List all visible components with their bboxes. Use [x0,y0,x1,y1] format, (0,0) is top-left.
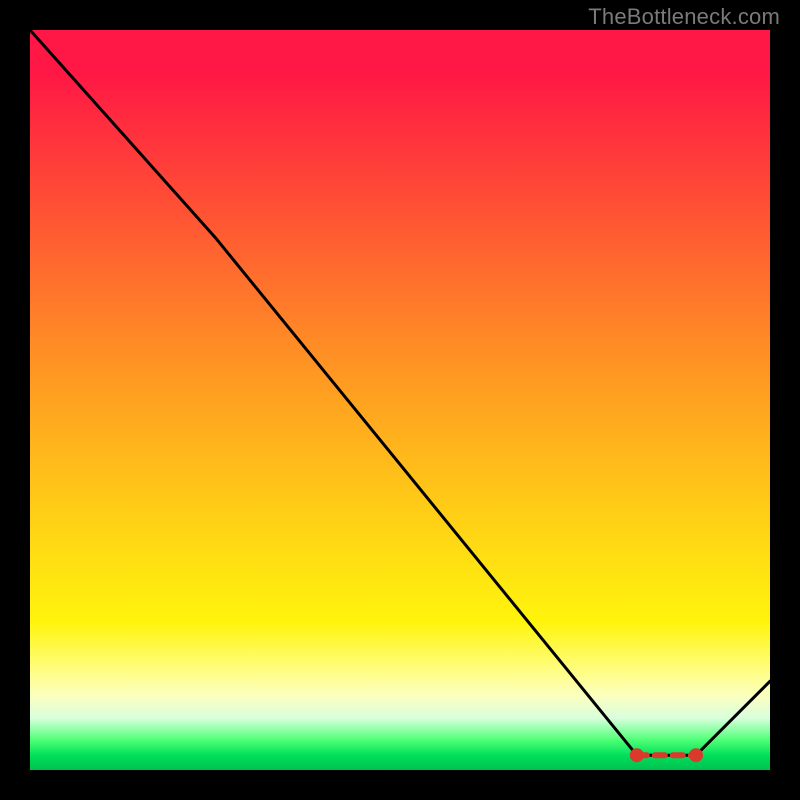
marker-start-dot [630,748,644,762]
watermark-text: TheBottleneck.com [588,4,780,30]
marker-band [630,748,703,762]
chart-overlay [30,30,770,770]
chart-stage: TheBottleneck.com [0,0,800,800]
bottleneck-curve [30,30,770,755]
marker-end-dot [689,748,703,762]
plot-area [30,30,770,770]
